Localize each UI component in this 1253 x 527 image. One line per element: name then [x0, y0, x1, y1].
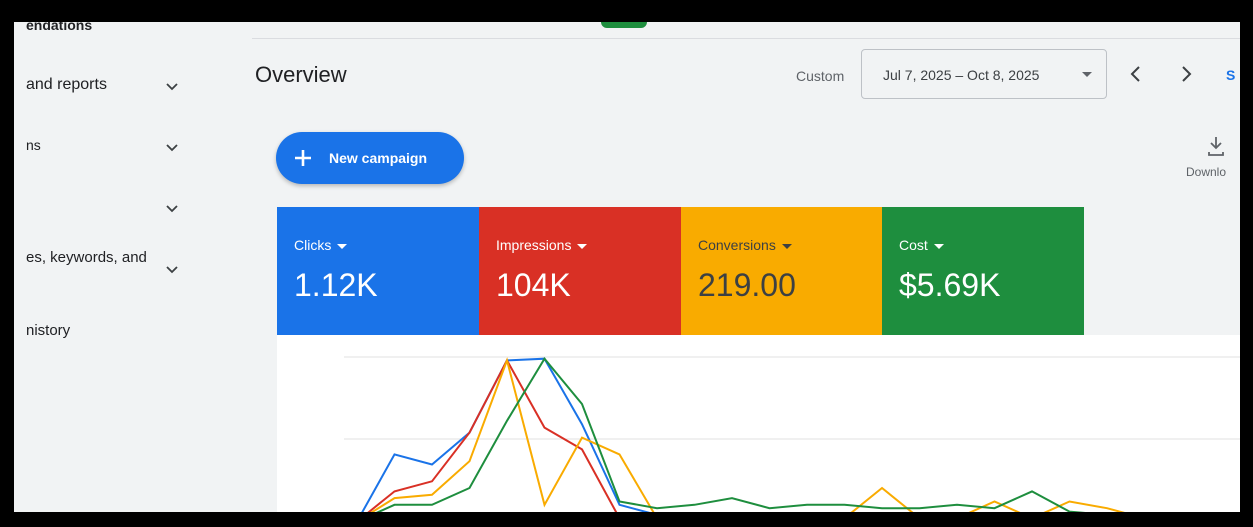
metric-label: Conversions: [698, 237, 776, 253]
top-indicator: [601, 22, 647, 28]
performance-chart: [277, 335, 1240, 512]
new-campaign-label: New campaign: [329, 150, 428, 166]
next-period-button[interactable]: [1176, 64, 1196, 84]
sidebar-item-campaigns[interactable]: ns: [14, 137, 214, 163]
previous-period-button[interactable]: [1126, 64, 1146, 84]
metric-value: $5.69K: [899, 267, 1001, 303]
date-range-picker[interactable]: Jul 7, 2025 – Oct 8, 2025: [861, 49, 1107, 99]
metric-card-cost[interactable]: Cost $5.69K: [882, 207, 1084, 335]
download-icon: [1208, 137, 1224, 156]
sidebar-item-change-history[interactable]: nistory: [14, 322, 214, 348]
metric-label: Impressions: [496, 237, 572, 253]
series-line-3: [375, 356, 1086, 512]
metric-value: 1.12K: [294, 267, 378, 303]
metric-label-row[interactable]: Cost: [899, 237, 944, 253]
page-title: Overview: [255, 62, 347, 87]
metric-label-row[interactable]: Impressions: [496, 237, 588, 253]
download-button[interactable]: Downlo: [1184, 135, 1240, 185]
sidebar-item-ads-keywords[interactable]: es, keywords, and: [14, 249, 214, 275]
performance-chart-svg: [344, 356, 1240, 512]
sidebar-item-label: ns: [26, 137, 41, 153]
chevron-down-icon: [166, 144, 178, 152]
sidebar-item-collapsed[interactable]: [14, 198, 214, 224]
metric-card-conversions[interactable]: Conversions 219.00: [681, 207, 883, 335]
dropdown-caret-icon: [1082, 72, 1092, 77]
sidebar-item-label: es, keywords, and: [26, 249, 147, 266]
sidebar: endations and reports ns es, keywords, a…: [14, 22, 252, 512]
download-label: Downlo: [1186, 165, 1227, 179]
date-range-text: Jul 7, 2025 – Oct 8, 2025: [883, 67, 1040, 83]
dropdown-caret-icon: [577, 243, 588, 249]
dropdown-caret-icon: [337, 243, 348, 249]
chevron-down-icon: [166, 266, 178, 274]
date-preset-label: Custom: [796, 68, 845, 84]
metric-label: Clicks: [294, 237, 332, 253]
sidebar-item-label: nistory: [26, 322, 71, 339]
header-divider: [252, 38, 1240, 39]
metric-label-row[interactable]: Clicks: [294, 237, 348, 253]
metric-value: 219.00: [698, 267, 796, 303]
metric-label-row[interactable]: Conversions: [698, 237, 792, 253]
sidebar-item-label: and reports: [26, 76, 107, 93]
plus-icon: [295, 150, 311, 166]
series-line-2: [370, 357, 1125, 512]
ads-overview-window: endations and reports ns es, keywords, a…: [14, 22, 1240, 512]
dropdown-caret-icon: [933, 243, 944, 249]
series-line-1: [367, 358, 618, 512]
chevron-down-icon: [166, 83, 178, 91]
chevron-down-icon: [166, 205, 178, 213]
sidebar-item-label: endations: [26, 22, 93, 33]
metric-value: 104K: [496, 267, 571, 303]
series-line-0: [361, 357, 651, 512]
new-campaign-button[interactable]: New campaign: [276, 132, 464, 184]
truncated-link[interactable]: S: [1226, 67, 1235, 83]
metric-card-impressions[interactable]: Impressions 104K: [479, 207, 681, 335]
metric-card-clicks[interactable]: Clicks 1.12K: [277, 207, 479, 335]
dropdown-caret-icon: [781, 243, 792, 249]
sidebar-item-goals-reports[interactable]: and reports: [14, 76, 214, 102]
metric-label: Cost: [899, 237, 928, 253]
